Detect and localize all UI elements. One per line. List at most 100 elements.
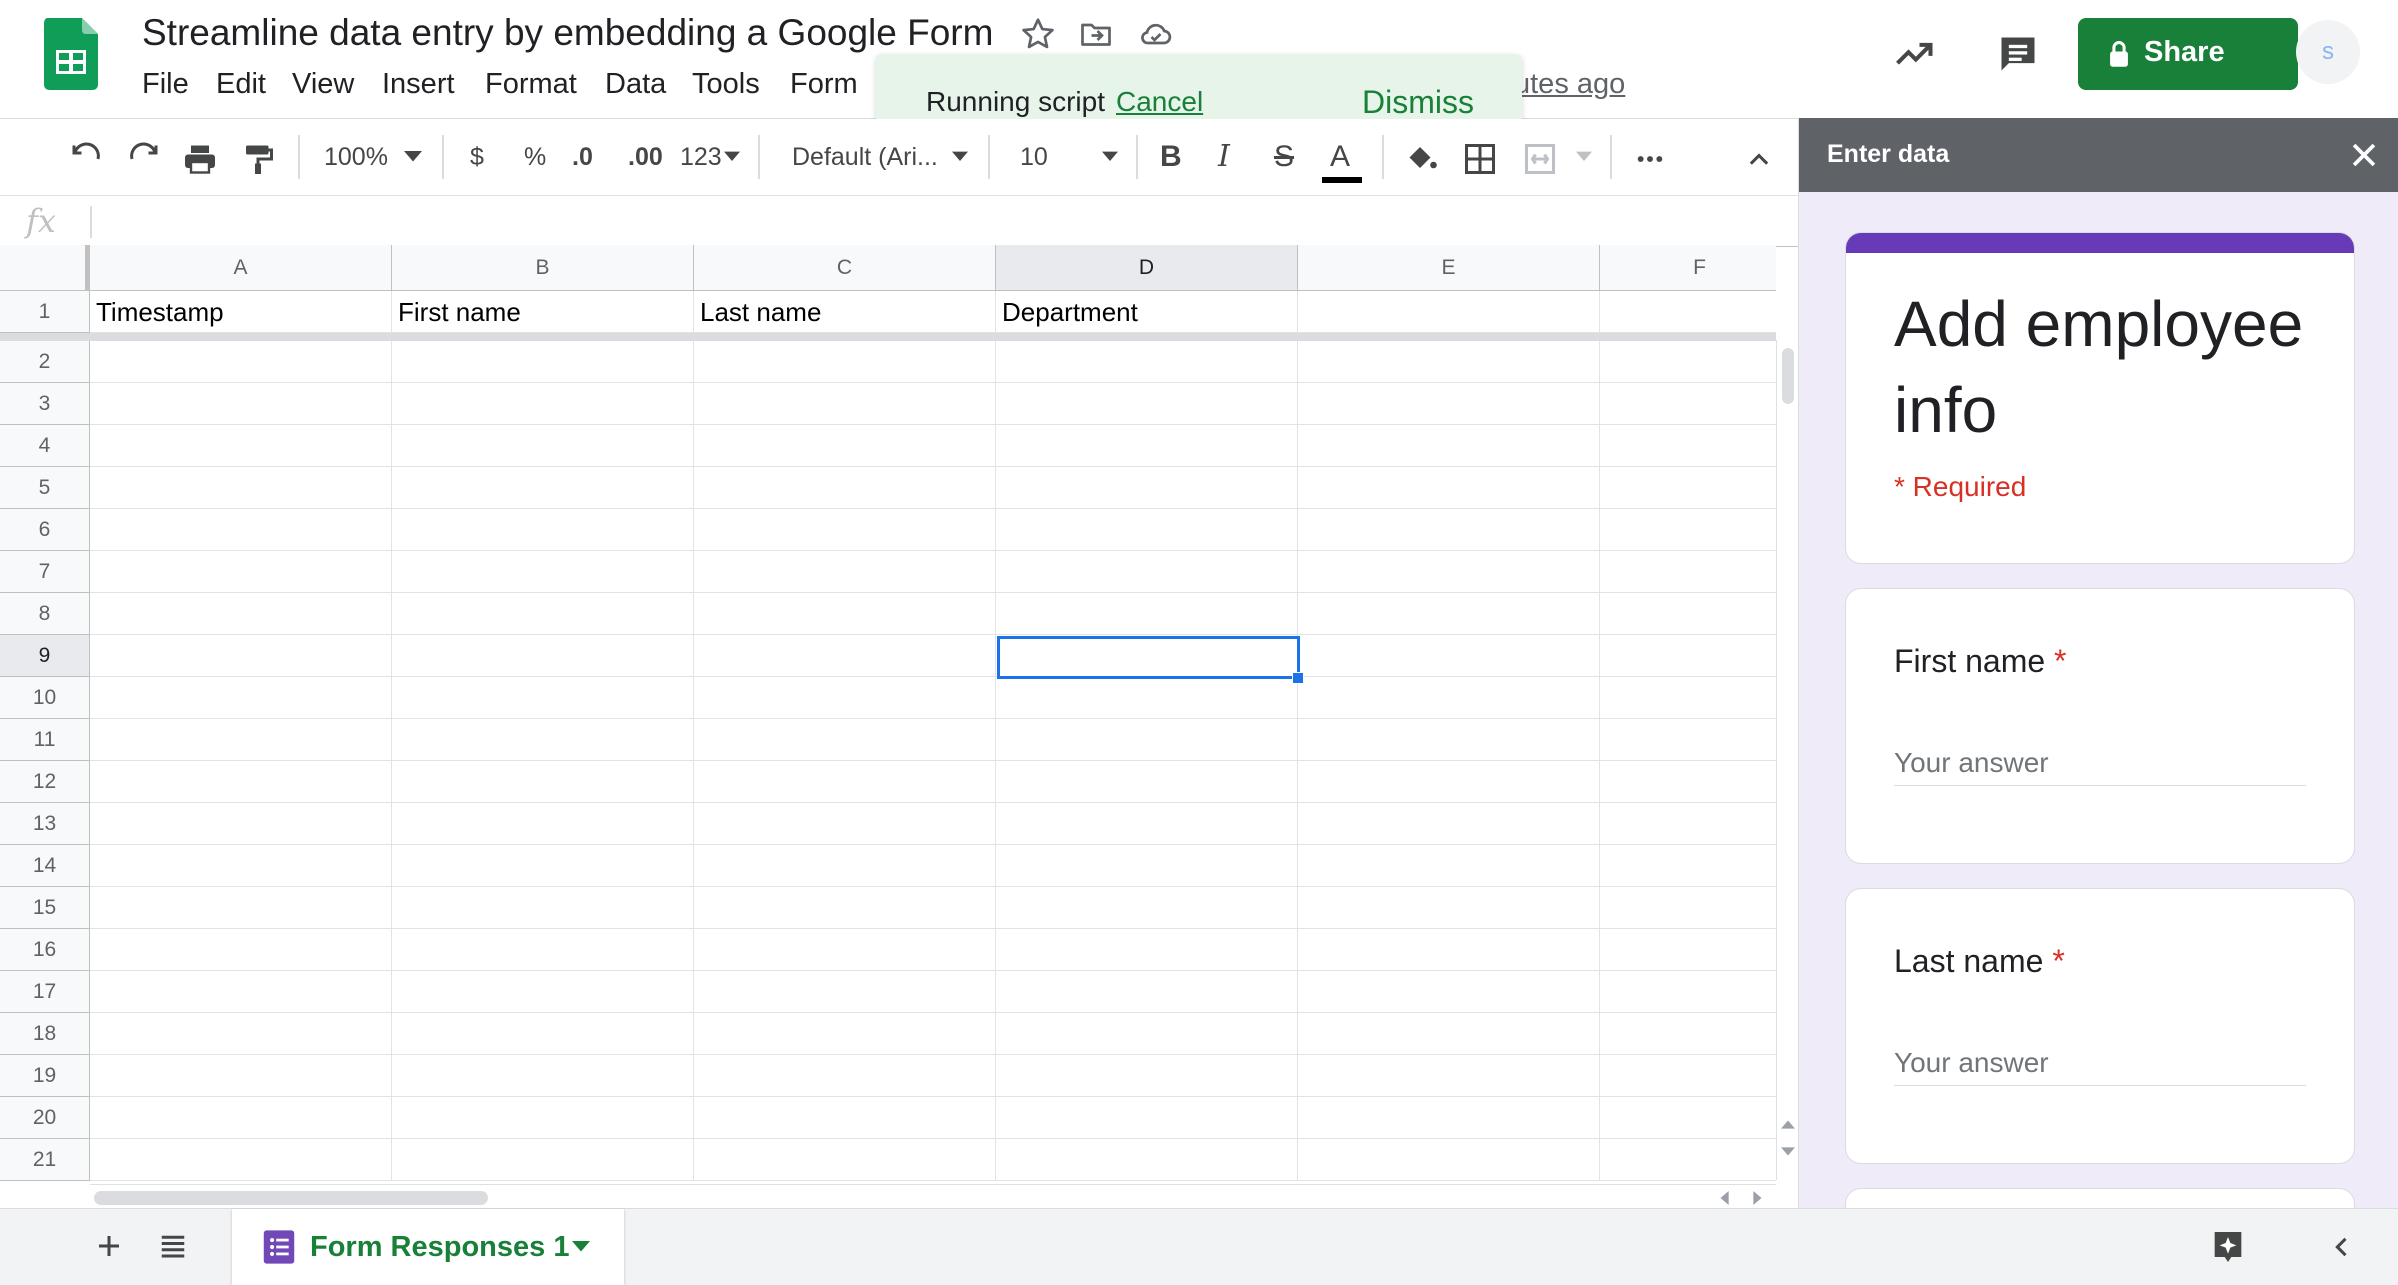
column-header-b[interactable]: B — [392, 245, 694, 291]
cell-c17[interactable] — [694, 971, 996, 1013]
dismiss-button[interactable]: Dismiss — [1362, 84, 1474, 121]
cell-b20[interactable] — [392, 1097, 694, 1139]
cell-a14[interactable] — [90, 845, 392, 887]
cell-f15[interactable] — [1600, 887, 1776, 929]
cell-f13[interactable] — [1600, 803, 1776, 845]
row-header-17[interactable]: 17 — [0, 971, 90, 1013]
cell-a19[interactable] — [90, 1055, 392, 1097]
cell-d20[interactable] — [996, 1097, 1298, 1139]
chevron-down-icon[interactable] — [572, 1241, 590, 1253]
cell-e1[interactable] — [1298, 291, 1600, 333]
cell-f20[interactable] — [1600, 1097, 1776, 1139]
cell-b7[interactable] — [392, 551, 694, 593]
cell-f21[interactable] — [1600, 1139, 1776, 1181]
cell-e16[interactable] — [1298, 929, 1600, 971]
cell-e7[interactable] — [1298, 551, 1600, 593]
cell-e13[interactable] — [1298, 803, 1600, 845]
cell-c19[interactable] — [694, 1055, 996, 1097]
row-header-15[interactable]: 15 — [0, 887, 90, 929]
cell-d4[interactable] — [996, 425, 1298, 467]
cell-d18[interactable] — [996, 1013, 1298, 1055]
font-family-select[interactable]: Default (Ari... — [792, 137, 938, 177]
close-icon[interactable] — [2347, 138, 2381, 172]
cell-b8[interactable] — [392, 593, 694, 635]
cell-c7[interactable] — [694, 551, 996, 593]
cell-c1[interactable]: Last name — [694, 291, 996, 333]
strikethrough-button[interactable]: S — [1274, 137, 1294, 177]
cell-d14[interactable] — [996, 845, 1298, 887]
fill-handle[interactable] — [1292, 672, 1304, 684]
comment-icon[interactable] — [1996, 32, 2040, 76]
scroll-left-icon[interactable] — [1718, 1191, 1730, 1205]
row-header-7[interactable]: 7 — [0, 551, 90, 593]
cell-b6[interactable] — [392, 509, 694, 551]
menu-insert[interactable]: Insert — [382, 68, 455, 101]
cell-b5[interactable] — [392, 467, 694, 509]
sheets-logo[interactable] — [44, 18, 98, 90]
cell-d17[interactable] — [996, 971, 1298, 1013]
cell-e19[interactable] — [1298, 1055, 1600, 1097]
cell-a3[interactable] — [90, 383, 392, 425]
cell-e21[interactable] — [1298, 1139, 1600, 1181]
undo-icon[interactable] — [68, 141, 104, 177]
cell-f12[interactable] — [1600, 761, 1776, 803]
horizontal-scrollbar[interactable] — [90, 1184, 1776, 1209]
chevron-left-icon[interactable] — [2328, 1233, 2356, 1261]
cell-c16[interactable] — [694, 929, 996, 971]
last-name-input[interactable] — [1894, 1041, 2306, 1086]
cell-c11[interactable] — [694, 719, 996, 761]
cell-d15[interactable] — [996, 887, 1298, 929]
cell-d7[interactable] — [996, 551, 1298, 593]
column-header-c[interactable]: C — [694, 245, 996, 291]
cell-c10[interactable] — [694, 677, 996, 719]
chevron-down-icon[interactable] — [952, 151, 968, 163]
vertical-scrollbar[interactable] — [1776, 340, 1799, 1180]
first-name-input[interactable] — [1894, 741, 2306, 786]
all-sheets-icon[interactable] — [158, 1231, 188, 1261]
cell-e15[interactable] — [1298, 887, 1600, 929]
cell-e10[interactable] — [1298, 677, 1600, 719]
cell-b12[interactable] — [392, 761, 694, 803]
italic-button[interactable]: I — [1218, 137, 1230, 177]
row-header-12[interactable]: 12 — [0, 761, 90, 803]
redo-icon[interactable] — [126, 141, 162, 177]
row-header-13[interactable]: 13 — [0, 803, 90, 845]
cloud-status-icon[interactable] — [1138, 16, 1174, 52]
cell-c18[interactable] — [694, 1013, 996, 1055]
star-icon[interactable] — [1020, 16, 1056, 52]
cell-b10[interactable] — [392, 677, 694, 719]
column-header-f[interactable]: F — [1600, 245, 1776, 291]
row-header-18[interactable]: 18 — [0, 1013, 90, 1055]
scroll-up-icon[interactable] — [1781, 1118, 1795, 1130]
cell-c8[interactable] — [694, 593, 996, 635]
cell-f14[interactable] — [1600, 845, 1776, 887]
cell-d21[interactable] — [996, 1139, 1298, 1181]
cell-b3[interactable] — [392, 383, 694, 425]
cell-a12[interactable] — [90, 761, 392, 803]
cell-d3[interactable] — [996, 383, 1298, 425]
cell-b18[interactable] — [392, 1013, 694, 1055]
currency-format-button[interactable]: $ — [470, 137, 484, 177]
cell-c6[interactable] — [694, 509, 996, 551]
menu-file[interactable]: File — [142, 68, 189, 101]
vertical-scroll-thumb[interactable] — [1782, 348, 1794, 404]
cell-d5[interactable] — [996, 467, 1298, 509]
cell-f1[interactable] — [1600, 291, 1776, 333]
cell-a13[interactable] — [90, 803, 392, 845]
row-header-8[interactable]: 8 — [0, 593, 90, 635]
cell-b15[interactable] — [392, 887, 694, 929]
row-header-19[interactable]: 19 — [0, 1055, 90, 1097]
cell-a17[interactable] — [90, 971, 392, 1013]
row-header-16[interactable]: 16 — [0, 929, 90, 971]
row-header-4[interactable]: 4 — [0, 425, 90, 467]
percent-format-button[interactable]: % — [524, 137, 546, 177]
text-color-button[interactable]: A — [1330, 137, 1350, 177]
cell-e2[interactable] — [1298, 341, 1600, 383]
chevron-down-icon[interactable] — [1576, 151, 1592, 163]
cell-c13[interactable] — [694, 803, 996, 845]
cell-a10[interactable] — [90, 677, 392, 719]
frozen-row-divider[interactable] — [0, 333, 1776, 341]
cell-f2[interactable] — [1600, 341, 1776, 383]
last-edit-link[interactable]: utes ago — [1514, 68, 1625, 101]
trending-icon[interactable] — [1892, 32, 1936, 76]
